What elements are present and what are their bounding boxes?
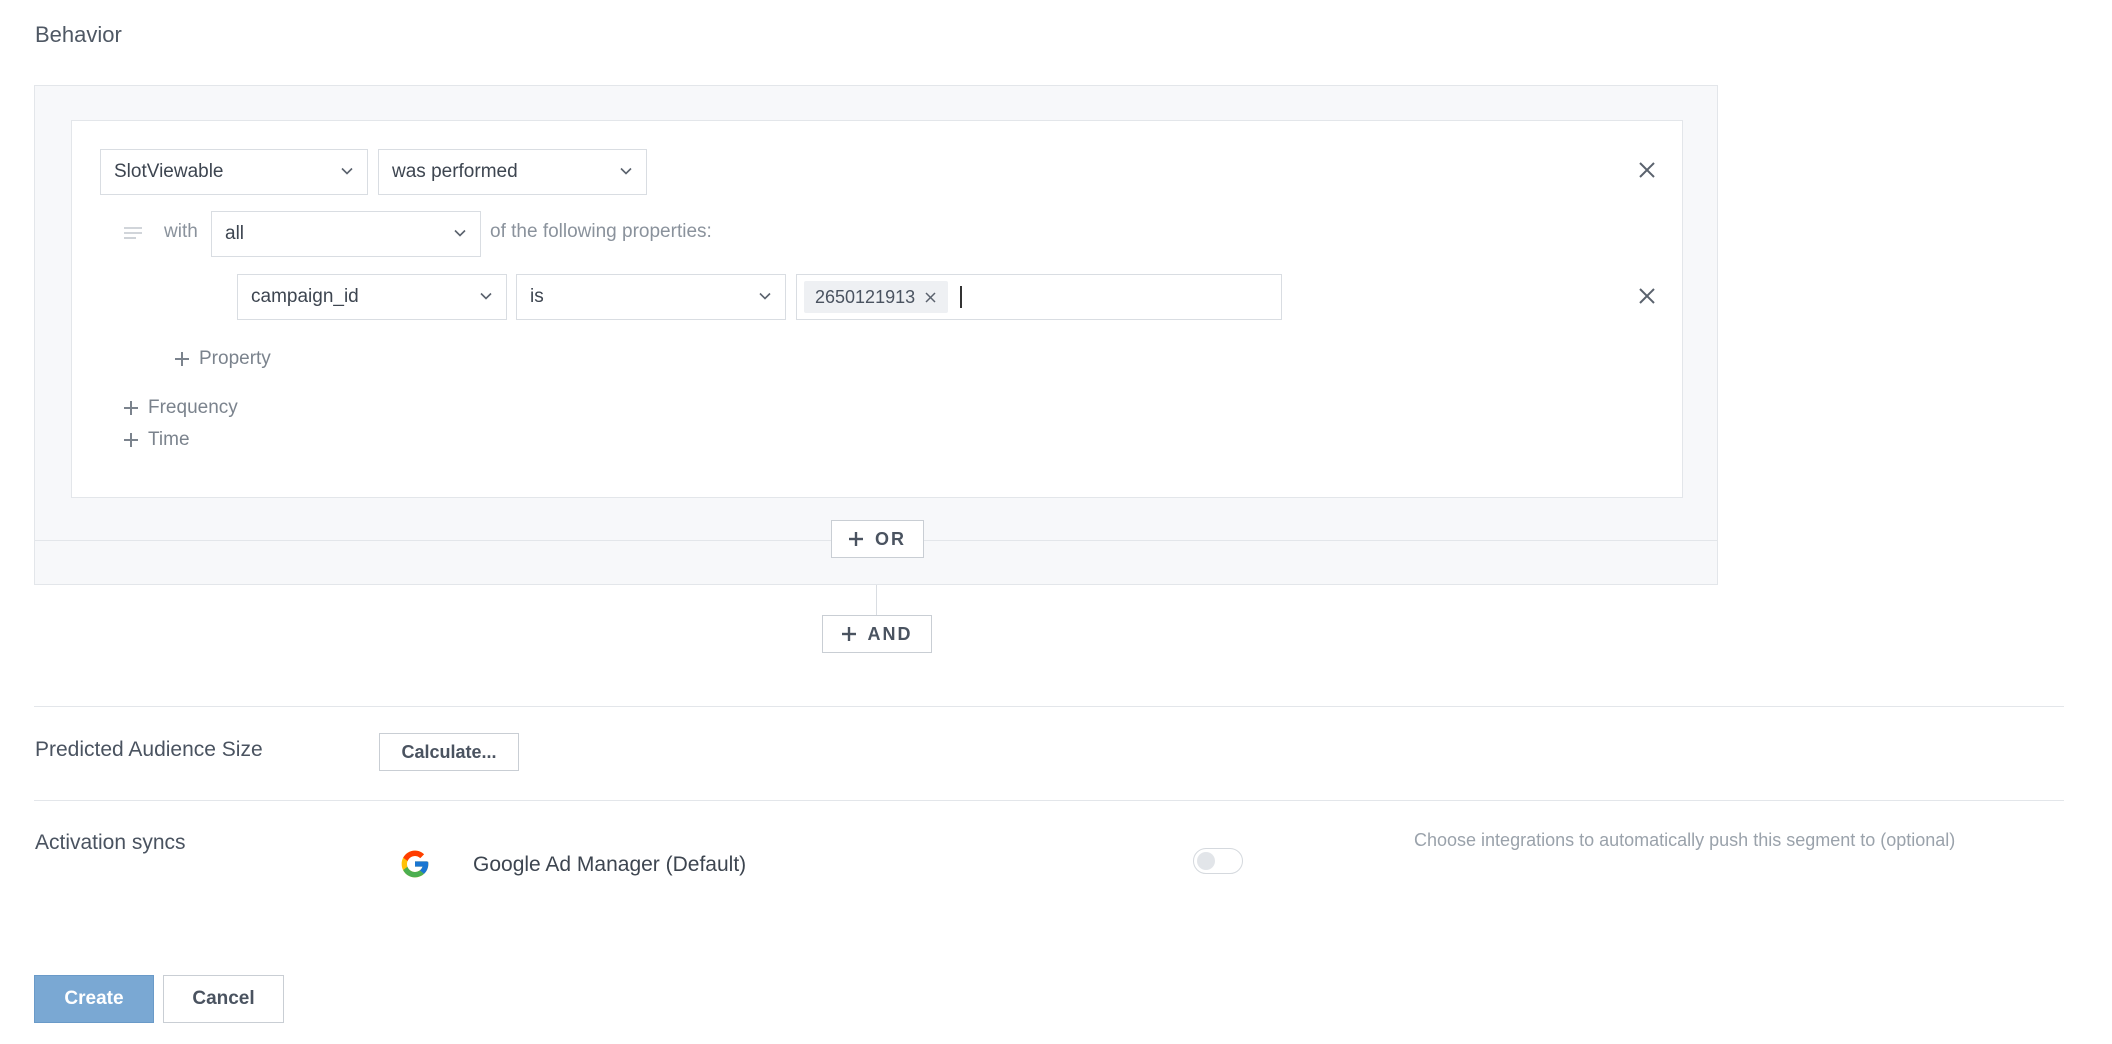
behavior-title: Behavior [35,22,122,47]
plus-icon [124,433,138,447]
google-logo-icon [401,850,429,878]
match-select[interactable]: all [211,211,481,257]
plus-icon [175,352,189,366]
integration-toggle[interactable] [1193,848,1243,874]
add-property-link[interactable]: Property [175,348,271,370]
properties-label: of the following properties: [490,221,712,242]
audience-size-label: Predicted Audience Size [35,738,263,761]
add-or-button[interactable]: OR [831,520,924,558]
chevron-down-icon [480,292,492,300]
plus-icon [124,401,138,415]
add-frequency-label: Frequency [148,397,238,418]
activation-hint: Choose integrations to automatically pus… [1414,830,1956,850]
property-operator-select[interactable]: is [516,274,786,320]
add-time-link[interactable]: Time [124,429,190,451]
section-divider [34,800,2064,801]
or-button-label: OR [875,528,906,549]
property-name-value: campaign_id [251,286,359,307]
chevron-down-icon [341,167,353,175]
activation-syncs-label: Activation syncs [35,831,186,854]
chevron-down-icon [454,229,466,237]
property-name-select[interactable]: campaign_id [237,274,507,320]
value-chip: 2650121913 [804,281,949,313]
create-button[interactable]: Create [34,975,154,1023]
remove-condition-icon[interactable] [1637,160,1657,180]
with-label: with [164,221,198,242]
event-select[interactable]: SlotViewable [100,149,368,195]
match-select-value: all [225,223,245,244]
plus-icon [849,532,863,546]
remove-value-icon[interactable] [925,291,936,303]
integration-name: Google Ad Manager (Default) [473,853,747,876]
add-frequency-link[interactable]: Frequency [124,397,238,419]
property-values-input[interactable]: 2650121913 [796,274,1282,320]
chevron-down-icon [759,292,771,300]
event-select-value: SlotViewable [114,161,224,182]
calculate-button[interactable]: Calculate... [379,733,519,771]
value-chip-label: 2650121913 [815,286,916,307]
connector-line [876,585,877,615]
and-button-label: AND [867,623,913,644]
section-divider [34,706,2064,707]
cancel-button[interactable]: Cancel [163,975,284,1023]
add-property-label: Property [199,348,271,369]
add-time-label: Time [148,429,190,450]
property-operator-value: is [530,286,544,307]
remove-property-icon[interactable] [1637,286,1657,306]
text-caret [960,286,963,308]
toggle-knob [1197,852,1215,870]
drag-handle-icon[interactable] [124,226,142,242]
performed-select[interactable]: was performed [378,149,647,195]
performed-select-value: was performed [392,161,518,182]
add-and-button[interactable]: AND [822,615,932,653]
chevron-down-icon [620,167,632,175]
plus-icon [841,627,856,641]
